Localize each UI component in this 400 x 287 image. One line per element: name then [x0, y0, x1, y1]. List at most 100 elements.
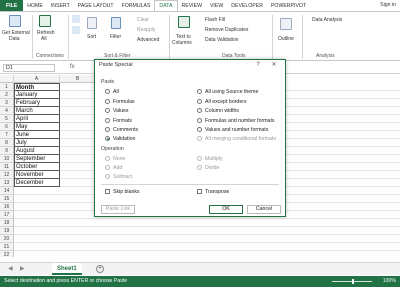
add-sheet-icon[interactable]: + [96, 265, 104, 273]
advanced-button[interactable]: Advanced [137, 37, 159, 43]
outline-button[interactable]: Outline [278, 36, 294, 42]
close-icon[interactable]: ✕ [269, 62, 279, 69]
paste-option-formulas[interactable]: Formulas [105, 98, 135, 105]
operation-none[interactable]: None [105, 155, 125, 162]
operation-subtract[interactable]: Subtract [105, 173, 132, 180]
name-box[interactable]: D1 [3, 64, 55, 72]
sheet-tab-sheet1[interactable]: Sheet1 [52, 263, 82, 275]
sheet-prev-icon[interactable]: ◀ [8, 265, 13, 272]
row-header[interactable]: 3 [0, 99, 14, 107]
row-header[interactable]: 11 [0, 163, 14, 171]
help-icon[interactable]: ? [253, 62, 263, 69]
remove-duplicates-button[interactable]: Remove Duplicates [205, 27, 248, 33]
row-header[interactable]: 5 [0, 115, 14, 123]
ok-button[interactable]: OK [209, 205, 243, 214]
option-label: All using Source theme [205, 88, 259, 95]
tab-view[interactable]: VIEW [206, 0, 227, 11]
row-header[interactable]: 12 [0, 171, 14, 179]
insert-function-icon[interactable]: fx [70, 64, 75, 70]
row-header[interactable]: 8 [0, 139, 14, 147]
option-label: All merging conditional formats [205, 135, 276, 142]
tab-formulas[interactable]: FORMULAS [118, 0, 155, 11]
operation-section-label: Operation [101, 146, 124, 152]
operation-multiply[interactable]: Multiply [197, 155, 223, 162]
row-header[interactable]: 4 [0, 107, 14, 115]
row-header[interactable]: 7 [0, 131, 14, 139]
table-cell[interactable]: June [14, 131, 60, 139]
row-header[interactable]: 19 [0, 227, 14, 235]
tab-insert[interactable]: INSERT [47, 0, 74, 11]
clear-button[interactable]: Clear [137, 17, 149, 23]
row-header[interactable]: 17 [0, 211, 14, 219]
option-label: Comments [113, 126, 139, 133]
row-header[interactable]: 13 [0, 179, 14, 187]
tab-data[interactable]: DATA [154, 0, 178, 11]
table-cell[interactable]: September [14, 155, 60, 163]
tab-page-layout[interactable]: PAGE LAYOUT [74, 0, 118, 11]
operation-add[interactable]: Add [105, 164, 122, 171]
paste-option-validation[interactable]: Validation [105, 135, 135, 142]
row-header[interactable]: 1 [0, 83, 14, 91]
column-header-b[interactable]: B [60, 75, 96, 83]
radio-icon [197, 165, 202, 170]
zoom-slider-knob[interactable] [352, 279, 354, 284]
table-cell[interactable]: December [14, 179, 60, 187]
row-header[interactable]: 18 [0, 219, 14, 227]
paste-option-values-number-formats[interactable]: Values and number formats [197, 126, 268, 133]
corner-select-all[interactable] [0, 75, 14, 83]
tab-powerpivot[interactable]: POWERPIVOT [267, 0, 310, 11]
table-cell[interactable]: March [14, 107, 60, 115]
table-cell[interactable]: April [14, 115, 60, 123]
sign-in-link[interactable]: Sign in [380, 2, 396, 8]
sheet-next-icon[interactable]: ▶ [20, 265, 25, 272]
row-header[interactable]: 15 [0, 195, 14, 203]
radio-icon [105, 165, 110, 170]
tab-home[interactable]: HOME [23, 0, 47, 11]
tab-file[interactable]: FILE [0, 0, 24, 11]
operation-divide[interactable]: Divide [197, 164, 219, 171]
row-header[interactable]: 22 [0, 251, 14, 257]
filter-button[interactable]: Filter [110, 34, 121, 40]
flash-fill-button[interactable]: Flash Fill [205, 17, 225, 23]
data-validation-button[interactable]: Data Validation [205, 37, 239, 43]
table-cell[interactable]: May [14, 123, 60, 131]
row-header[interactable]: 20 [0, 235, 14, 243]
reapply-button[interactable]: Reapply [137, 27, 155, 33]
data-analysis-button[interactable]: Data Analysis [312, 17, 342, 23]
sort-button[interactable]: Sort [87, 34, 96, 40]
paste-option-formats[interactable]: Formats [105, 117, 132, 124]
skip-blanks-checkbox[interactable]: Skip blanks [105, 188, 140, 195]
table-cell[interactable]: August [14, 147, 60, 155]
option-label: Validation [113, 135, 136, 142]
paste-option-comments[interactable]: Comments [105, 126, 138, 133]
row-header[interactable]: 6 [0, 123, 14, 131]
table-cell[interactable]: January [14, 91, 60, 99]
row-header[interactable]: 2 [0, 91, 14, 99]
paste-link-button[interactable]: Paste Link [101, 205, 135, 214]
row-header[interactable]: 14 [0, 187, 14, 195]
paste-option-values[interactable]: Values [105, 107, 128, 114]
row-header[interactable]: 16 [0, 203, 14, 211]
paste-option-all-except-borders[interactable]: All except borders [197, 98, 247, 105]
paste-option-all[interactable]: All [105, 88, 119, 95]
table-cell[interactable]: February [14, 99, 60, 107]
status-bar: Select destination and press ENTER or ch… [0, 276, 400, 287]
row-header[interactable]: 9 [0, 147, 14, 155]
tab-review[interactable]: REVIEW [178, 0, 206, 11]
header-cell[interactable]: Month [14, 83, 60, 91]
table-cell[interactable]: July [14, 139, 60, 147]
gridline [14, 242, 400, 243]
paste-option-column-widths[interactable]: Column widths [197, 107, 239, 114]
row-header[interactable]: 21 [0, 243, 14, 251]
row-header[interactable]: 10 [0, 155, 14, 163]
column-header-a[interactable]: A [14, 75, 60, 83]
zoom-level[interactable]: 100% [383, 276, 396, 287]
transpose-checkbox[interactable]: Transpose [197, 188, 229, 195]
cancel-button[interactable]: Cancel [247, 205, 281, 214]
paste-option-all-merging-conditional[interactable]: All merging conditional formats [197, 135, 276, 142]
table-cell[interactable]: November [14, 171, 60, 179]
table-cell[interactable]: October [14, 163, 60, 171]
tab-developer[interactable]: DEVELOPER [227, 0, 267, 11]
paste-option-formulas-number-formats[interactable]: Formulas and number formats [197, 117, 274, 124]
paste-option-all-source-theme[interactable]: All using Source theme [197, 88, 258, 95]
